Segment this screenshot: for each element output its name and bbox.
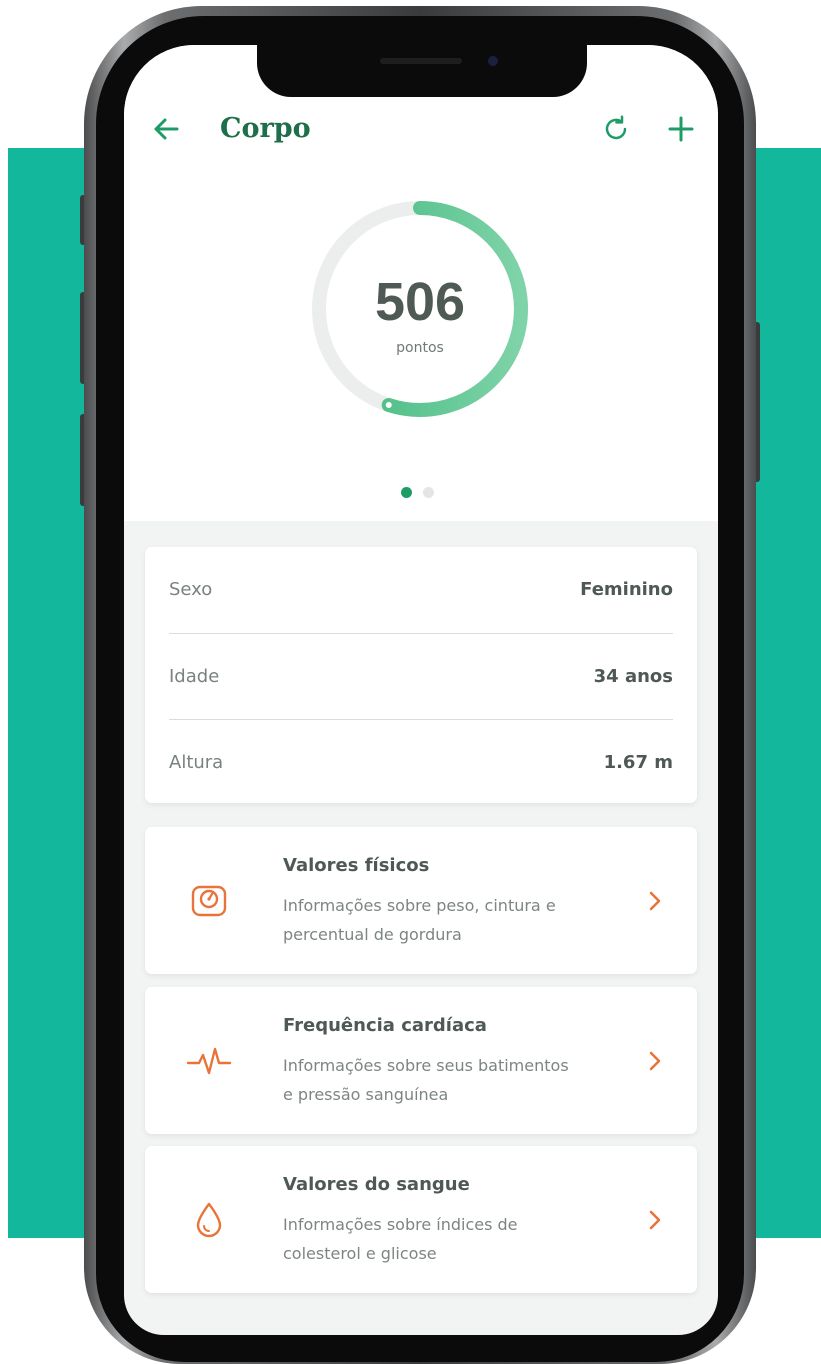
profile-row-age: Idade 34 anos: [169, 633, 673, 719]
feature-description: Informações sobre seus batimentos e pres…: [283, 1051, 603, 1109]
profile-value: 1.67 m: [603, 752, 673, 773]
feature-title: Valores físicos: [283, 855, 430, 876]
profile-value: Feminino: [580, 579, 673, 600]
back-button[interactable]: [146, 109, 186, 149]
scale-icon: [181, 873, 237, 929]
phone-camera: [488, 56, 498, 66]
feature-description-line: colesterol e glicose: [283, 1244, 437, 1263]
heartbeat-icon: [181, 1033, 237, 1089]
profile-label: Idade: [169, 666, 220, 687]
feature-description: Informações sobre peso, cintura e percen…: [283, 891, 603, 949]
chevron-right-icon: [643, 1047, 667, 1075]
chevron-right-icon: [643, 887, 667, 915]
feature-description: Informações sobre índices de colesterol …: [283, 1210, 603, 1268]
score-ring-knob: [385, 402, 392, 409]
refresh-button[interactable]: [596, 109, 636, 149]
feature-title: Frequência cardíaca: [283, 1015, 487, 1036]
page-dot-1[interactable]: [401, 487, 412, 498]
feature-description-line: Informações sobre peso, cintura e: [283, 896, 556, 915]
app-screen: Corpo 506 pontos Sexo Feminino Idade 34 …: [124, 45, 718, 1335]
phone-notch: [257, 45, 587, 97]
feature-card-physical[interactable]: Valores físicos Informações sobre peso, …: [145, 827, 697, 974]
feature-description-line: Informações sobre índices de: [283, 1215, 518, 1234]
profile-label: Altura: [169, 752, 224, 773]
phone-speaker: [380, 58, 462, 64]
page-title: Corpo: [220, 113, 311, 144]
profile-label: Sexo: [169, 579, 213, 600]
profile-row-height: Altura 1.67 m: [169, 719, 673, 805]
feature-title: Valores do sangue: [283, 1174, 470, 1195]
chevron-right-icon: [643, 1206, 667, 1234]
feature-card-blood[interactable]: Valores do sangue Informações sobre índi…: [145, 1146, 697, 1293]
feature-description-line: e pressão sanguínea: [283, 1085, 449, 1104]
arrow-left-icon: [154, 118, 179, 140]
score-section: Corpo 506 pontos: [124, 45, 718, 521]
profile-row-sex: Sexo Feminino: [169, 547, 673, 632]
plus-icon: [668, 116, 694, 142]
page-indicator: [401, 487, 434, 498]
refresh-icon: [605, 115, 627, 140]
profile-value: 34 anos: [593, 666, 673, 687]
page-dot-2[interactable]: [423, 487, 434, 498]
score-ring: 506 pontos: [310, 199, 530, 419]
feature-card-heart-rate[interactable]: Frequência cardíaca Informações sobre se…: [145, 987, 697, 1134]
score-value: 506: [374, 272, 466, 332]
add-button[interactable]: [661, 109, 701, 149]
feature-description-line: Informações sobre seus batimentos: [283, 1056, 569, 1075]
feature-description-line: percentual de gordura: [283, 925, 462, 944]
profile-card: Sexo Feminino Idade 34 anos Altura 1.67 …: [145, 547, 697, 803]
score-unit: pontos: [396, 340, 444, 356]
blood-drop-icon: [181, 1192, 237, 1248]
